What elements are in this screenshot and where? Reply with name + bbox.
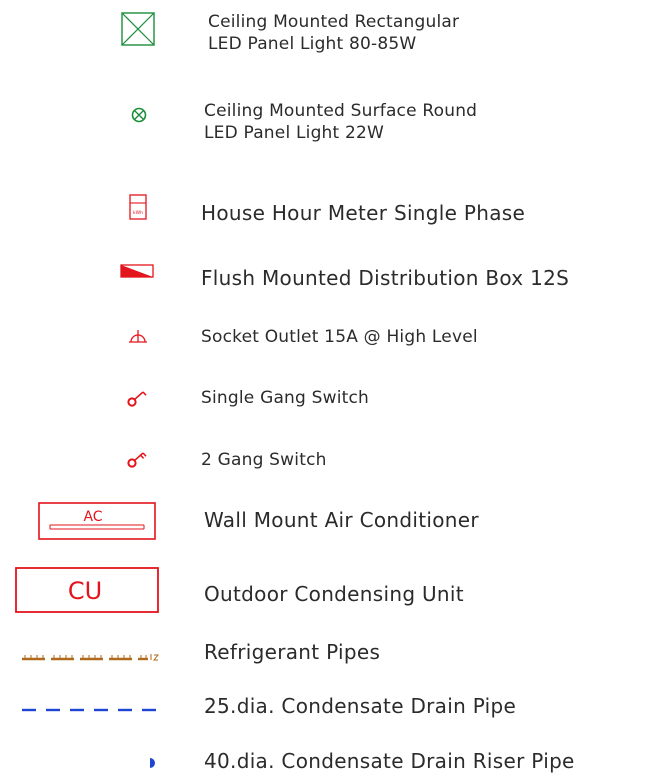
single-gang-switch-icon: [127, 391, 147, 407]
air-conditioner-icon: AC: [38, 502, 156, 540]
condensing-unit-icon: CU: [15, 567, 159, 613]
legend-label: Refrigerant Pipes: [204, 640, 380, 664]
legend-label-line: Single Gang Switch: [201, 388, 370, 408]
legend-label-line: Socket Outlet 15A @ High Level: [201, 327, 478, 347]
legend-label: 25.dia. Condensate Drain Pipe: [204, 694, 516, 718]
cu-symbol-text: CU: [68, 577, 102, 605]
legend-label: Flush Mounted Distribution Box 12S: [201, 266, 569, 290]
two-gang-switch-icon: [127, 452, 147, 468]
kwh-meter-icon: kWh: [129, 194, 147, 220]
legend-label-line: LED Panel Light 80-85W: [208, 34, 417, 54]
distribution-box-icon: [120, 264, 154, 278]
legend-label-line: House Hour Meter Single Phase: [201, 201, 526, 225]
rectangular-led-panel-icon: [121, 12, 155, 46]
legend-label-line: LED Panel Light 22W: [204, 123, 385, 143]
kwh-symbol-text: kWh: [133, 210, 143, 216]
legend-label-line: 40.dia. Condensate Drain Riser Pipe: [204, 749, 575, 773]
legend-label: 2 Gang Switch: [201, 449, 327, 471]
legend-label: Ceiling Mounted Rectangular LED Panel Li…: [208, 11, 459, 55]
refrigerant-pipe-icon: [22, 654, 160, 661]
condensate-drain-pipe-icon: [22, 708, 156, 712]
legend-label: House Hour Meter Single Phase: [201, 201, 525, 225]
legend-label: Socket Outlet 15A @ High Level: [201, 326, 478, 348]
socket-outlet-icon: [129, 330, 147, 343]
legend-label: Outdoor Condensing Unit: [204, 582, 464, 606]
ac-symbol-text: AC: [83, 509, 102, 525]
legend-label: Single Gang Switch: [201, 387, 369, 409]
legend-label-line: Flush Mounted Distribution Box 12S: [201, 266, 570, 290]
legend-label-line: Outdoor Condensing Unit: [204, 582, 464, 606]
legend-label-line: Ceiling Mounted Rectangular: [208, 12, 460, 32]
legend-label: 40.dia. Condensate Drain Riser Pipe: [204, 749, 575, 773]
legend-label: Ceiling Mounted Surface Round LED Panel …: [204, 100, 477, 144]
legend-label-line: 25.dia. Condensate Drain Pipe: [204, 694, 517, 718]
legend-label-line: Refrigerant Pipes: [204, 640, 381, 664]
round-led-panel-icon: [131, 107, 147, 123]
legend-label-line: Wall Mount Air Conditioner: [204, 508, 479, 532]
legend-label: Wall Mount Air Conditioner: [204, 508, 479, 532]
legend-label-line: Ceiling Mounted Surface Round: [204, 101, 478, 121]
drain-riser-pipe-icon: [150, 758, 155, 768]
legend-label-line: 2 Gang Switch: [201, 450, 327, 470]
